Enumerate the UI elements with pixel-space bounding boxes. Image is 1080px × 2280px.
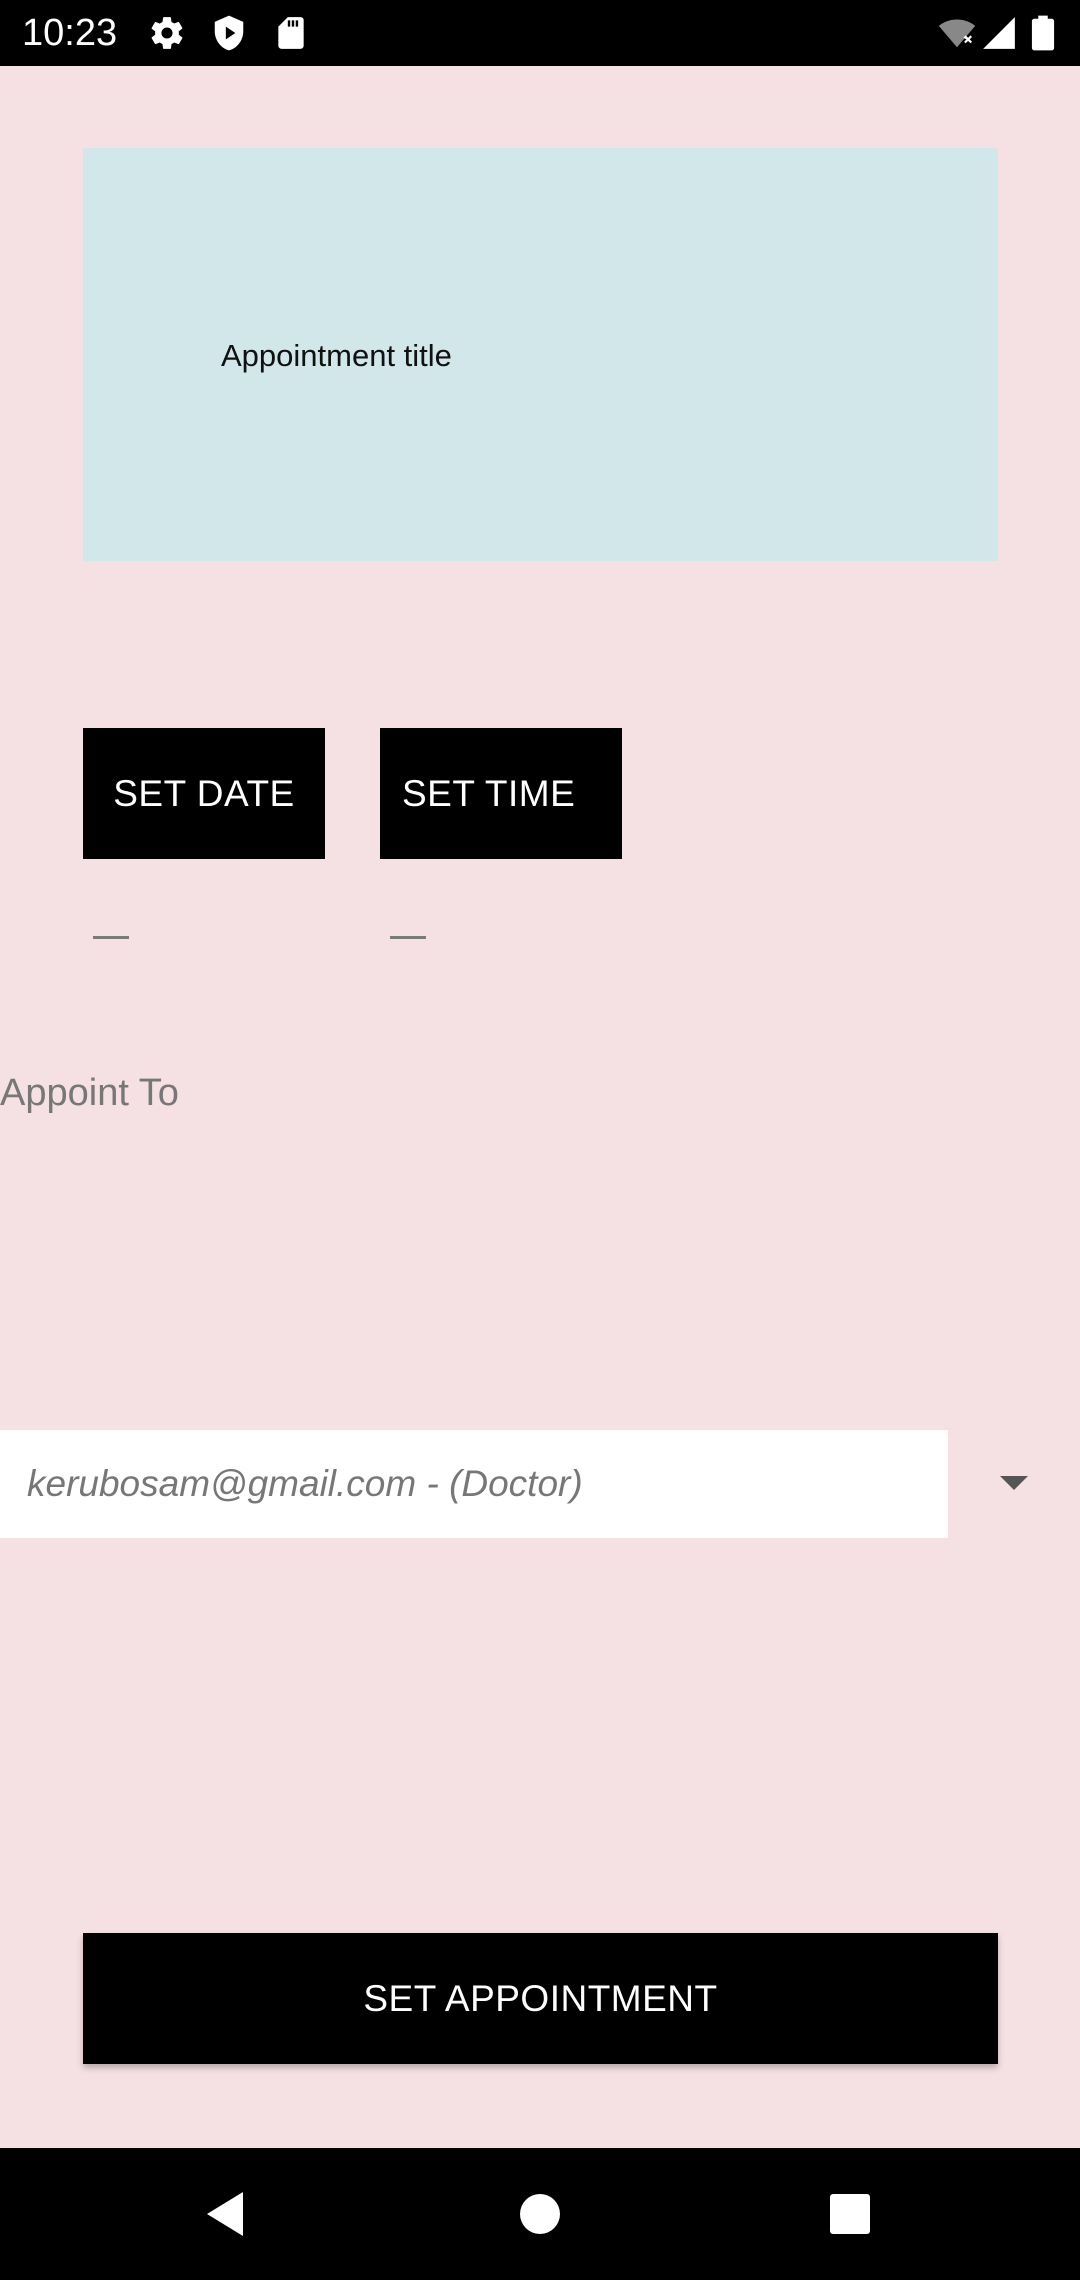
recents-icon[interactable] — [790, 2148, 910, 2280]
cell-signal-icon — [980, 14, 1018, 52]
back-icon[interactable] — [165, 2148, 285, 2280]
home-icon[interactable] — [480, 2148, 600, 2280]
set-time-button[interactable]: SET TIME — [380, 728, 622, 859]
time-value — [390, 936, 426, 939]
battery-icon — [1030, 14, 1056, 52]
appointment-title-placeholder: Appointment title — [221, 338, 452, 373]
wifi-off-icon — [938, 14, 976, 52]
status-time: 10:23 — [22, 12, 118, 54]
status-bar: 10:23 — [0, 0, 1080, 66]
appoint-to-dropdown[interactable]: kerubosam@gmail.com - (Doctor) — [0, 1430, 1080, 1538]
sd-card-icon — [272, 14, 310, 52]
appointment-title-input[interactable]: Appointment title — [83, 148, 998, 561]
settings-icon — [148, 14, 186, 52]
date-value — [93, 936, 129, 939]
appoint-to-label: Appoint To — [0, 1072, 179, 1114]
set-appointment-button[interactable]: SET APPOINTMENT — [83, 1933, 998, 2064]
dropdown-arrow-icon[interactable] — [1000, 1476, 1028, 1490]
shield-play-icon — [210, 14, 248, 52]
navigation-bar — [0, 2148, 1080, 2280]
set-date-button[interactable]: SET DATE — [83, 728, 325, 859]
appoint-to-selected-value: kerubosam@gmail.com - (Doctor) — [27, 1463, 583, 1504]
appoint-to-field[interactable]: kerubosam@gmail.com - (Doctor) — [0, 1430, 948, 1538]
